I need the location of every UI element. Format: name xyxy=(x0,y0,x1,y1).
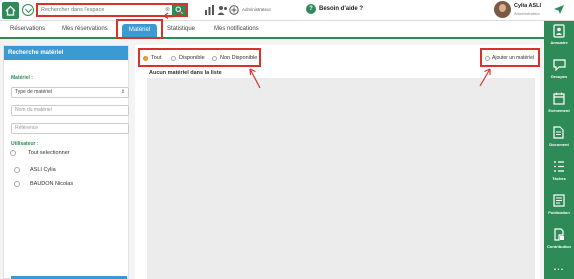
add-radio-icon xyxy=(485,56,490,61)
space-switch-chevron-icon[interactable] xyxy=(22,4,34,16)
annotation-arrow-icon xyxy=(163,9,183,20)
sidebar-item-label: Tâches xyxy=(552,176,566,181)
add-circle-icon[interactable] xyxy=(229,5,239,15)
tab-material[interactable]: Matériel xyxy=(122,24,157,37)
empty-list-message: Aucun matériel dans la liste xyxy=(149,70,222,76)
tab-bar: Réservations Mes réservations Matériel S… xyxy=(0,19,544,39)
contribution-icon xyxy=(554,228,564,241)
add-material-label[interactable]: Ajouter un matériel xyxy=(492,55,534,61)
avatar[interactable] xyxy=(494,1,511,18)
user-role: Administrateur xyxy=(514,11,540,16)
annotation-arrow-icon xyxy=(479,68,491,87)
sidebar-item-contribution[interactable]: Contribution xyxy=(544,225,574,255)
select-all-checkbox[interactable] xyxy=(10,150,16,156)
material-list xyxy=(147,78,535,279)
tab-material-highlight: Matériel xyxy=(116,19,163,39)
material-type-value: Type de matériel xyxy=(15,89,52,95)
sidebar-item-label: Contribution xyxy=(547,244,571,249)
material-search-panel: Recherche matériel Matériel : Type de ma… xyxy=(3,45,129,279)
more-icon[interactable]: ... xyxy=(544,262,574,272)
search-input[interactable] xyxy=(38,5,169,15)
user-checkbox[interactable] xyxy=(14,181,20,187)
radio-label-available[interactable]: Disponible xyxy=(179,55,205,61)
material-label: Matériel : xyxy=(11,75,33,81)
annotation-arrow-icon xyxy=(249,68,261,89)
chat-bubble-icon xyxy=(553,59,566,71)
panel-title: Recherche matériel xyxy=(4,46,128,60)
sidebar-item-directory[interactable]: Annuaire xyxy=(544,21,574,51)
sidebar-item-label: Document xyxy=(549,142,569,147)
radio-all[interactable] xyxy=(143,56,148,61)
reference-field[interactable]: Référence xyxy=(11,123,129,134)
sidebar-item-document[interactable]: Document xyxy=(544,123,574,153)
sidebar-item-label: Groupes xyxy=(550,74,568,79)
task-list-icon xyxy=(554,161,564,172)
calendar-icon xyxy=(553,92,565,105)
tab-notifications[interactable]: Mes notifications xyxy=(214,26,259,32)
sidebar-item-label: Publication xyxy=(548,210,570,215)
sidebar-item-publication[interactable]: Publication xyxy=(544,191,574,221)
sidebar-item-events[interactable]: Evènement xyxy=(544,89,574,119)
select-arrows-icon: ⇕ xyxy=(120,89,125,95)
tab-my-reservations[interactable]: Mes réservations xyxy=(62,26,108,32)
material-name-field[interactable]: Nom du matériel xyxy=(11,105,129,116)
users-icon[interactable] xyxy=(217,5,228,15)
user-name-label[interactable]: BAUDON Nicolas xyxy=(30,181,73,187)
sidebar-item-label: Annuaire xyxy=(550,40,568,45)
sidebar-item-label: Evènement xyxy=(548,108,570,113)
sidebar-item-groups[interactable]: Groupes xyxy=(544,55,574,85)
help-icon[interactable]: ? xyxy=(306,4,316,14)
radio-label-unavailable[interactable]: Non Disponible xyxy=(220,55,257,61)
publication-icon xyxy=(553,194,565,207)
user-name: Cylia ASLI xyxy=(514,3,541,9)
user-checkbox[interactable] xyxy=(14,167,20,173)
admin-label: Administrateur xyxy=(242,7,272,12)
send-icon[interactable] xyxy=(553,4,565,15)
tab-reservations[interactable]: Réservations xyxy=(10,26,45,32)
contact-book-icon xyxy=(553,24,565,38)
sidebar-item-tasks[interactable]: Tâches xyxy=(544,157,574,187)
document-icon xyxy=(553,126,564,139)
stats-chart-icon[interactable] xyxy=(204,5,215,15)
user-label: Utilisateur : xyxy=(11,141,39,147)
radio-unavailable[interactable] xyxy=(212,56,217,61)
top-bar: ⊗ Administrateur ? Besoin d'aide ? Cylia… xyxy=(0,0,574,21)
radio-label-all[interactable]: Tout xyxy=(151,55,161,61)
user-name-label[interactable]: ASLI Cylia xyxy=(30,167,56,173)
right-sidebar: Annuaire Groupes Evènement Document Tâch… xyxy=(544,21,574,279)
select-all-label[interactable]: Tout selectionner xyxy=(28,150,70,156)
home-logo-icon[interactable] xyxy=(2,2,19,19)
add-material-button[interactable]: Ajouter un matériel xyxy=(480,48,540,67)
help-link[interactable]: Besoin d'aide ? xyxy=(319,6,363,12)
material-type-select[interactable]: Type de matériel ⇕ xyxy=(11,87,129,98)
radio-available[interactable] xyxy=(171,56,176,61)
availability-filter: Tout Disponible Non Disponible xyxy=(138,48,261,67)
tab-statistics[interactable]: Statistique xyxy=(167,26,195,32)
